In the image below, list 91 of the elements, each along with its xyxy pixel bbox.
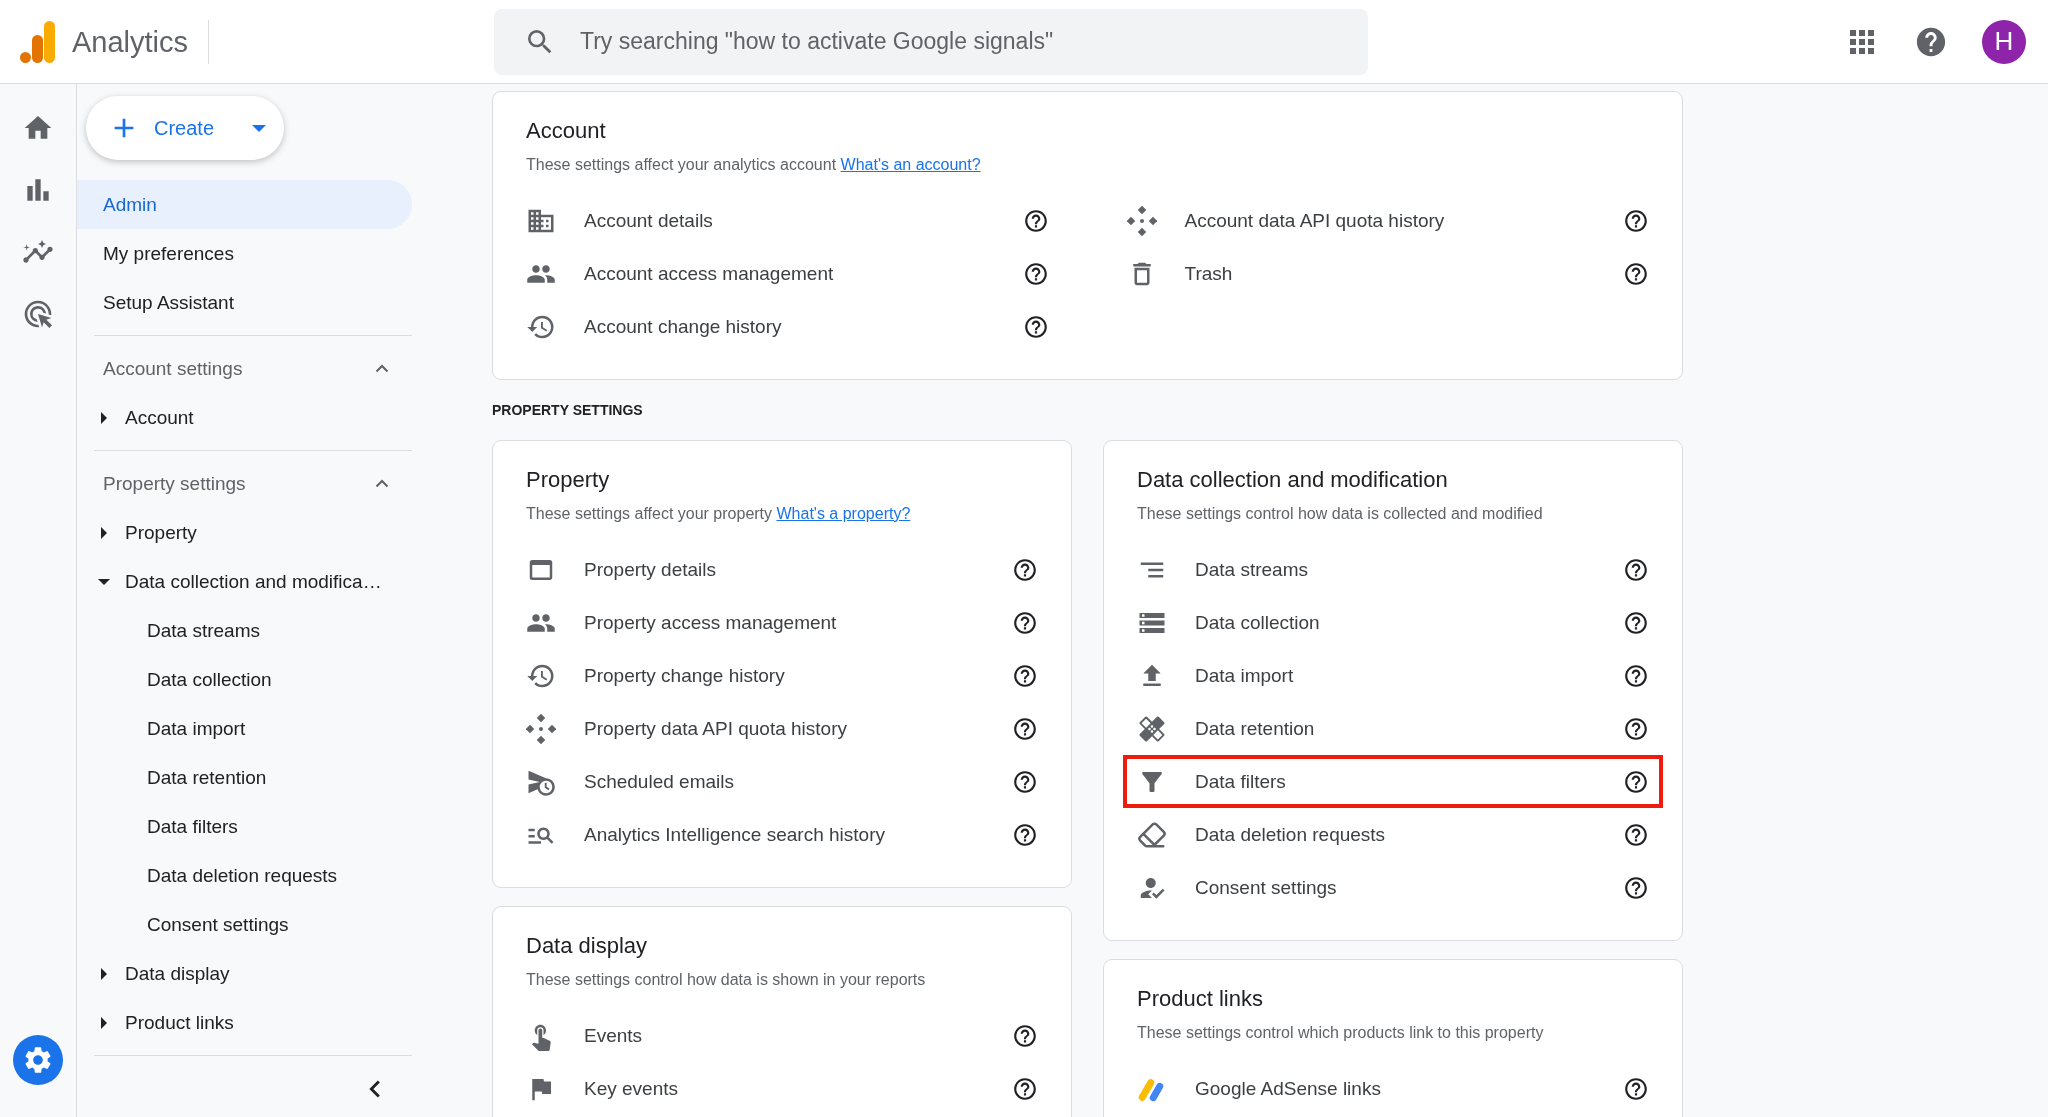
diamond-dots-icon xyxy=(1126,205,1157,236)
help-icon[interactable] xyxy=(1623,1075,1649,1102)
nav-item[interactable]: My preferences xyxy=(77,229,412,278)
help-icon[interactable] xyxy=(1623,260,1649,287)
help-icon[interactable] xyxy=(1022,260,1049,287)
analytics-logo-icon xyxy=(20,20,56,63)
card-description: These settings control which products link to this property xyxy=(1137,1024,1545,1042)
settings-item[interactable]: Consent settings xyxy=(1123,861,1663,914)
help-icon[interactable] xyxy=(1022,313,1049,340)
help-icon[interactable] xyxy=(1623,821,1649,848)
section-header[interactable]: Property settings xyxy=(77,459,389,508)
help-icon[interactable] xyxy=(1623,207,1649,234)
card-title: Property xyxy=(526,467,611,493)
settings-item[interactable]: Account access management xyxy=(512,247,1063,300)
chevron-icon xyxy=(375,364,389,373)
help-icon[interactable] xyxy=(1623,874,1649,901)
tree-item[interactable]: Property xyxy=(77,508,492,557)
help-link[interactable]: What's an account? xyxy=(840,156,981,173)
settings-item[interactable]: Account details xyxy=(512,194,1063,247)
section-label: PROPERTY SETTINGS xyxy=(492,402,644,418)
help-link[interactable]: What's a property? xyxy=(776,505,911,522)
card-title: Product links xyxy=(1137,986,1264,1012)
settings-item[interactable]: Data filters xyxy=(1123,755,1663,808)
tree-item[interactable]: Data streams xyxy=(77,606,492,655)
tree-item[interactable]: Data collection xyxy=(77,655,492,704)
settings-button[interactable] xyxy=(13,1035,63,1085)
settings-item[interactable]: Property access management xyxy=(512,596,1052,649)
help-icon[interactable] xyxy=(1012,609,1038,636)
settings-item[interactable]: Data retention xyxy=(1123,702,1663,755)
settings-item[interactable]: Data streams xyxy=(1123,543,1663,596)
help-icon[interactable] xyxy=(1022,207,1049,234)
settings-item[interactable]: Key events xyxy=(512,1062,1052,1115)
caret-icon xyxy=(101,967,107,980)
settings-item[interactable]: Account data API quota history xyxy=(1112,194,1663,247)
settings-item[interactable]: Data import xyxy=(1123,649,1663,702)
settings-item[interactable]: Property details xyxy=(512,543,1052,596)
tree-item[interactable]: Account xyxy=(77,393,492,442)
settings-item[interactable]: Analytics Intelligence search history xyxy=(512,808,1052,861)
tree-item[interactable]: Product links xyxy=(77,998,492,1047)
settings-item[interactable]: Data deletion requests xyxy=(1123,808,1663,861)
tree-item[interactable]: Data retention xyxy=(77,753,492,802)
tree-item[interactable]: Data display xyxy=(77,949,492,998)
eraser-icon xyxy=(1137,819,1167,850)
settings-item[interactable]: Google AdSense links xyxy=(1123,1062,1663,1115)
cursor-click-icon[interactable] xyxy=(22,298,54,330)
settings-item[interactable]: Account change history xyxy=(512,300,1063,353)
card-description: These settings affect your analytics account What's an account? xyxy=(526,156,982,174)
card-title: Data display xyxy=(526,933,649,959)
caret-icon xyxy=(252,124,266,132)
create-button[interactable]: Create xyxy=(86,96,284,160)
help-icon[interactable] xyxy=(1012,715,1038,742)
help-icon[interactable] xyxy=(1012,1075,1038,1102)
nav-item[interactable]: Setup Assistant xyxy=(77,278,412,327)
tree-item[interactable]: Data import xyxy=(77,704,492,753)
caret-icon xyxy=(101,526,107,539)
bandage-icon xyxy=(1137,713,1167,744)
caret-icon xyxy=(98,578,110,585)
help-icon[interactable] xyxy=(1012,821,1038,848)
search-field[interactable]: Try searching "how to activate Google signals" xyxy=(494,8,1368,75)
settings-item[interactable]: Events xyxy=(512,1009,1052,1062)
settings-item[interactable]: Data collection xyxy=(1123,596,1663,649)
help-icon[interactable] xyxy=(1623,715,1649,742)
section-header[interactable]: Account settings xyxy=(77,344,389,393)
help-icon[interactable] xyxy=(1623,609,1649,636)
card-description: These settings affect your property What's a property? xyxy=(526,505,912,523)
help-icon[interactable] xyxy=(1623,662,1649,689)
diamond-dots-icon xyxy=(526,713,556,744)
chevron-icon xyxy=(375,479,389,488)
caret-icon xyxy=(101,1016,107,1029)
avatar[interactable]: H xyxy=(1982,19,2026,64)
card-description: These settings control how data is collected and modified xyxy=(1137,505,1544,523)
tree-item[interactable]: Data filters xyxy=(77,802,492,851)
card-description: These settings control how data is shown in your reports xyxy=(526,971,927,989)
settings-item[interactable]: Scheduled emails xyxy=(512,755,1052,808)
card-title: Data collection and modification xyxy=(1137,467,1449,493)
nav-item[interactable]: Admin xyxy=(77,180,412,229)
card-title: Account xyxy=(526,118,607,144)
caret-icon xyxy=(101,411,107,424)
settings-item[interactable]: Property data API quota history xyxy=(512,702,1052,755)
help-icon[interactable] xyxy=(1623,768,1649,795)
tree-item[interactable]: Consent settings xyxy=(77,900,492,949)
help-icon[interactable] xyxy=(1012,1022,1038,1049)
help-icon[interactable] xyxy=(1623,556,1649,583)
app-name: Analytics xyxy=(72,19,210,64)
help-icon[interactable] xyxy=(1012,556,1038,583)
help-icon[interactable] xyxy=(1012,768,1038,795)
help-icon[interactable] xyxy=(1012,662,1038,689)
settings-item[interactable]: Property change history xyxy=(512,649,1052,702)
settings-item[interactable]: Trash xyxy=(1112,247,1663,300)
tree-item[interactable]: Data deletion requests xyxy=(77,851,492,900)
tree-item[interactable]: Data collection and modifica… xyxy=(77,557,492,606)
